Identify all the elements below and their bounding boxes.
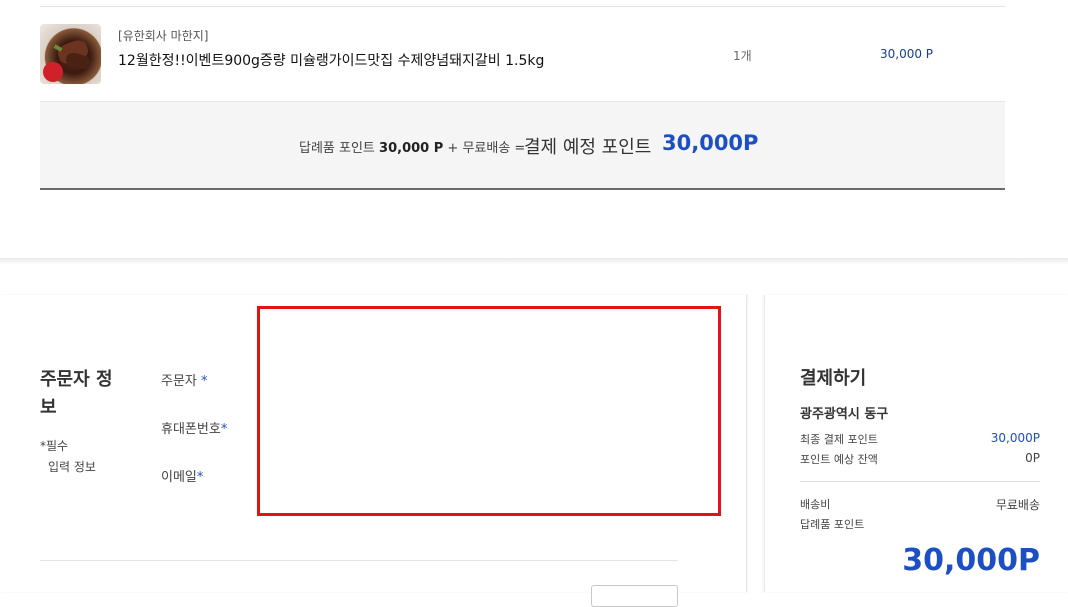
orderer-name-label: 주문자 * [161, 370, 208, 389]
required-note-line1: *필수 [40, 439, 69, 453]
delivery-region: 광주광역시 동구 [800, 407, 889, 422]
summary-shipping: + 무료배송 = [447, 141, 526, 156]
product-thumbnail[interactable] [40, 24, 101, 84]
orderer-name-label-text: 주문자 [161, 374, 197, 389]
email-label: 이메일* [161, 466, 203, 485]
final-points-label: 최종 결제 포인트 [800, 433, 878, 446]
required-note-line2: 입력 정보 [48, 460, 96, 474]
shipping-fee-value: 무료배송 [995, 498, 1040, 512]
product-quantity: 1개 [733, 49, 752, 63]
required-star: * [196, 374, 208, 389]
phone-label-text: 휴대폰번호 [161, 422, 221, 437]
summary-gift-label: 답례품 포인트 [299, 141, 375, 156]
product-name[interactable]: 12월한정!!이벤트900g증량 미슐랭가이드맛집 수제양념돼지갈비 1.5kg [118, 50, 544, 70]
summary-expected-value: 30,000P [662, 131, 759, 155]
shipping-fee-label: 배송비 [800, 498, 831, 511]
payment-divider [800, 481, 1040, 482]
email-label-text: 이메일 [161, 470, 197, 485]
summary-breakdown: 답례품 포인트 30,000 P + 무료배송 = [299, 137, 525, 156]
balance-label: 포인트 예상 잔액 [800, 453, 878, 466]
orderer-section-title: 주문자 정보 [40, 369, 113, 418]
summary-gift-value: 30,000 P [379, 141, 444, 156]
gift-points-label: 답례품 포인트 [800, 518, 865, 531]
partial-button[interactable] [591, 585, 678, 607]
required-star: * [220, 422, 228, 437]
summary-expected-label: 결제 예정 포인트 [524, 137, 652, 158]
payment-total: 30,000P [902, 543, 1040, 578]
balance-value: 0P [1025, 451, 1040, 465]
required-star: * [196, 470, 204, 485]
orderer-bottom-divider [40, 560, 678, 561]
redacted-input-area[interactable] [257, 306, 721, 516]
product-price: 30,000 P [880, 47, 934, 61]
phone-label: 휴대폰번호* [161, 418, 227, 437]
section-separator [0, 258, 1068, 265]
thumbnail-badge [43, 62, 63, 82]
required-note: *필수 입력 정보 [40, 436, 96, 478]
final-points-value: 30,000P [990, 431, 1040, 445]
payment-title: 결제하기 [800, 368, 867, 389]
top-divider [40, 6, 1005, 7]
seller-name: [유한회사 마한지] [118, 29, 209, 43]
